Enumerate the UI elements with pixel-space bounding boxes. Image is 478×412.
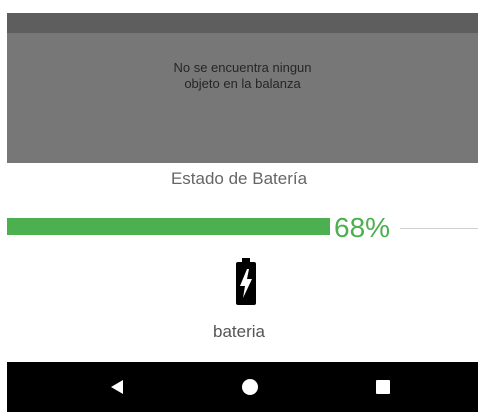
recent-apps-button[interactable] bbox=[353, 362, 413, 412]
navigation-bar bbox=[7, 362, 478, 412]
status-bar bbox=[7, 13, 478, 33]
battery-percentage: 68% bbox=[334, 212, 391, 243]
home-button[interactable] bbox=[220, 362, 280, 412]
battery-progress: 68% bbox=[0, 210, 478, 246]
home-circle-icon bbox=[242, 379, 258, 395]
top-strip bbox=[0, 0, 478, 13]
scale-message-text: No se encuentra ningun objeto en la bala… bbox=[173, 60, 312, 91]
progress-fill bbox=[7, 218, 330, 235]
battery-label: bateria bbox=[213, 322, 265, 341]
battery-charging-icon bbox=[236, 258, 256, 305]
back-button[interactable] bbox=[87, 362, 147, 412]
battery-status-title: Estado de Batería bbox=[170, 169, 308, 188]
app-screen: No se encuentra ningun objeto en la bala… bbox=[0, 0, 478, 412]
progress-track bbox=[400, 228, 478, 229]
back-triangle-icon bbox=[111, 380, 123, 394]
recent-apps-square-icon bbox=[376, 380, 390, 394]
scale-message-panel: No se encuentra ningun objeto en la bala… bbox=[7, 33, 478, 163]
